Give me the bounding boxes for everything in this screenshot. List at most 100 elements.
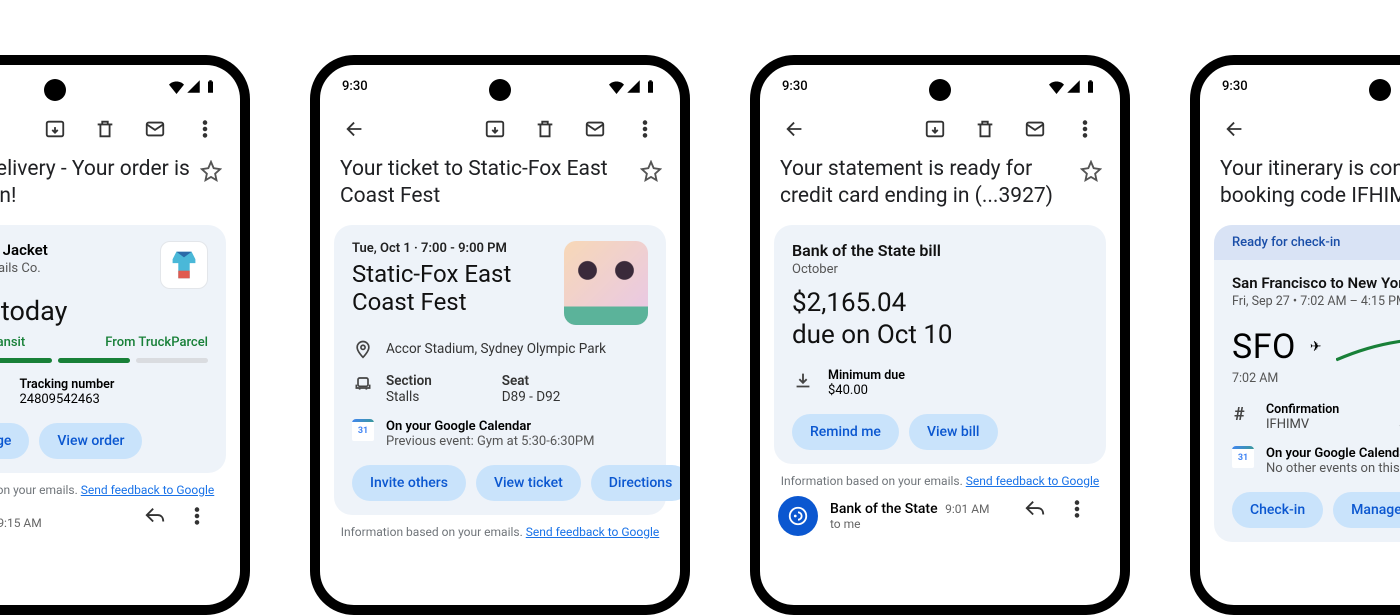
sender-more-button[interactable] [1066,498,1102,534]
minimum-due: Minimum due $40.00 [828,368,905,398]
view-order-button[interactable]: View order [39,423,142,459]
more-button[interactable] [184,108,226,150]
download-icon [792,370,814,396]
track-package-button[interactable]: Track package [0,423,29,459]
seat-icon [352,373,374,393]
email-subject: Your ticket to Static-Fox East Coast Fes… [340,156,630,211]
mail-button[interactable] [574,108,616,150]
disclaimer: Information based on your emails. Send f… [320,525,680,539]
wifi-icon [1049,79,1064,94]
bill-card: Bank of the State bill October $2,165.04… [774,225,1106,464]
view-ticket-button[interactable]: View ticket [476,465,581,501]
location-pin-icon [352,339,374,359]
plane-icon: ✈ [1310,339,1322,355]
disclaimer: Information based on your emails. Send f… [0,483,240,497]
more-button[interactable] [1064,108,1106,150]
battery-icon [643,79,658,94]
flight-arc: 6h 4m [1336,332,1400,362]
directions-button[interactable]: Directions [591,465,690,501]
event-title: Static-Fox East Coast Fest [352,260,554,318]
archive-button[interactable] [914,108,956,150]
view-bill-button[interactable]: View bill [909,414,998,450]
sender-more-button[interactable] [186,505,222,541]
phone-ticket: 9:30 Your ticket to Static-Fox East Coas… [310,55,690,615]
manage-booking-button[interactable]: Manage booking [1333,492,1400,528]
status-time: 9:30 [1222,79,1248,94]
bill-amount: $2,165.04 [792,287,1088,320]
remind-me-button[interactable]: Remind me [792,414,899,450]
wifi-icon [609,79,624,94]
camera-notch [44,79,66,101]
product-image [160,241,208,289]
invite-others-button[interactable]: Invite others [352,465,466,501]
archive-button[interactable] [34,108,76,150]
feedback-link[interactable]: Send feedback to Google [81,483,215,497]
confirmation-code: Confirmation IFHIMV [1266,402,1339,432]
wifi-icon [169,79,184,94]
event-datetime: Tue, Oct 1 · 7:00 - 9:00 PM [352,241,554,256]
feedback-link[interactable]: Send feedback to Google [966,474,1100,488]
delete-button[interactable] [84,108,126,150]
phone-bill: 9:30 Your statement is ready for credit … [750,55,1130,615]
back-button[interactable] [774,108,816,150]
arrival-headline: Arriving today [0,295,208,327]
bill-month: October [792,262,1088,277]
ship-status-text: ConfirmedIn transit [0,335,25,350]
product-name: Blue Mist Rain Jacket [0,241,150,259]
airport-code: SFO [1232,327,1296,367]
event-image [564,241,648,325]
checkin-strip: Ready for check-in [1214,225,1400,260]
star-icon[interactable] [1080,160,1102,182]
bill-title: Bank of the State bill [792,241,1088,260]
bill-due: due on Oct 10 [792,319,1088,352]
reply-button[interactable] [1024,498,1060,534]
event-venue: Accor Stadium, Sydney Olympic Park [386,341,606,357]
archive-button[interactable] [474,108,516,150]
delete-button[interactable] [964,108,1006,150]
reply-button[interactable] [144,505,180,541]
checkin-button[interactable]: Check-in [1232,492,1323,528]
progress-bar [0,358,208,363]
departure-time: 7:02 AM [1232,371,1400,386]
email-subject: Your itinerary is confirmed - booking co… [1220,156,1400,211]
event-card: Tue, Oct 1 · 7:00 - 9:00 PM Static-Fox E… [334,225,666,515]
status-bar [0,65,240,98]
carrier-text: From TruckParcel [105,335,208,350]
flight-card: Ready for check-in San Francisco to New … [1214,225,1400,542]
back-button[interactable] [1214,108,1256,150]
delete-button[interactable] [524,108,566,150]
email-subject: Ready for delivery - Your order is arriv… [0,156,190,211]
battery-icon [1083,79,1098,94]
phone-shipping: Ready for delivery - Your order is arriv… [0,55,250,615]
battery-icon [203,79,218,94]
flight-route: San Francisco to New York [1232,274,1400,292]
email-toolbar [0,98,240,156]
calendar-info: On your Google Calendar Previous event: … [386,419,594,449]
camera-notch [929,79,951,101]
star-icon[interactable] [200,160,222,182]
calendar-icon [1232,446,1254,468]
email-subject: Your statement is ready for credit card … [780,156,1070,211]
status-icons [169,79,218,94]
flight-times: Fri, Sep 27 • 7:02 AM – 4:15 PM [1232,294,1400,309]
shipping-card: Blue Mist Rain Jacket Sold by Alpine Tra… [0,225,226,473]
mail-button[interactable] [134,108,176,150]
signal-icon [186,79,201,94]
sender-row[interactable]: Bank of the State 9:01 AM to me [760,488,1120,544]
camera-notch [1369,79,1391,101]
signal-icon [626,79,641,94]
sender-row[interactable]: Alpine Trails Co. 9:15 AM [0,497,240,549]
seat-number: Seat D89 - D92 [502,373,561,405]
vendor-name: Sold by Alpine Trails Co. [0,261,150,276]
sender-avatar [778,496,818,536]
seat-section: Section Stalls [386,373,432,405]
mail-button[interactable] [1014,108,1056,150]
flight-duration: 6h 4m [1336,346,1400,360]
calendar-info: On your Google Calendar No other events … [1266,446,1400,476]
back-button[interactable] [334,108,376,150]
tracking-number: Tracking number 24809542463 [19,377,114,407]
camera-notch [489,79,511,101]
star-icon[interactable] [640,160,662,182]
feedback-link[interactable]: Send feedback to Google [526,525,660,539]
more-button[interactable] [624,108,666,150]
